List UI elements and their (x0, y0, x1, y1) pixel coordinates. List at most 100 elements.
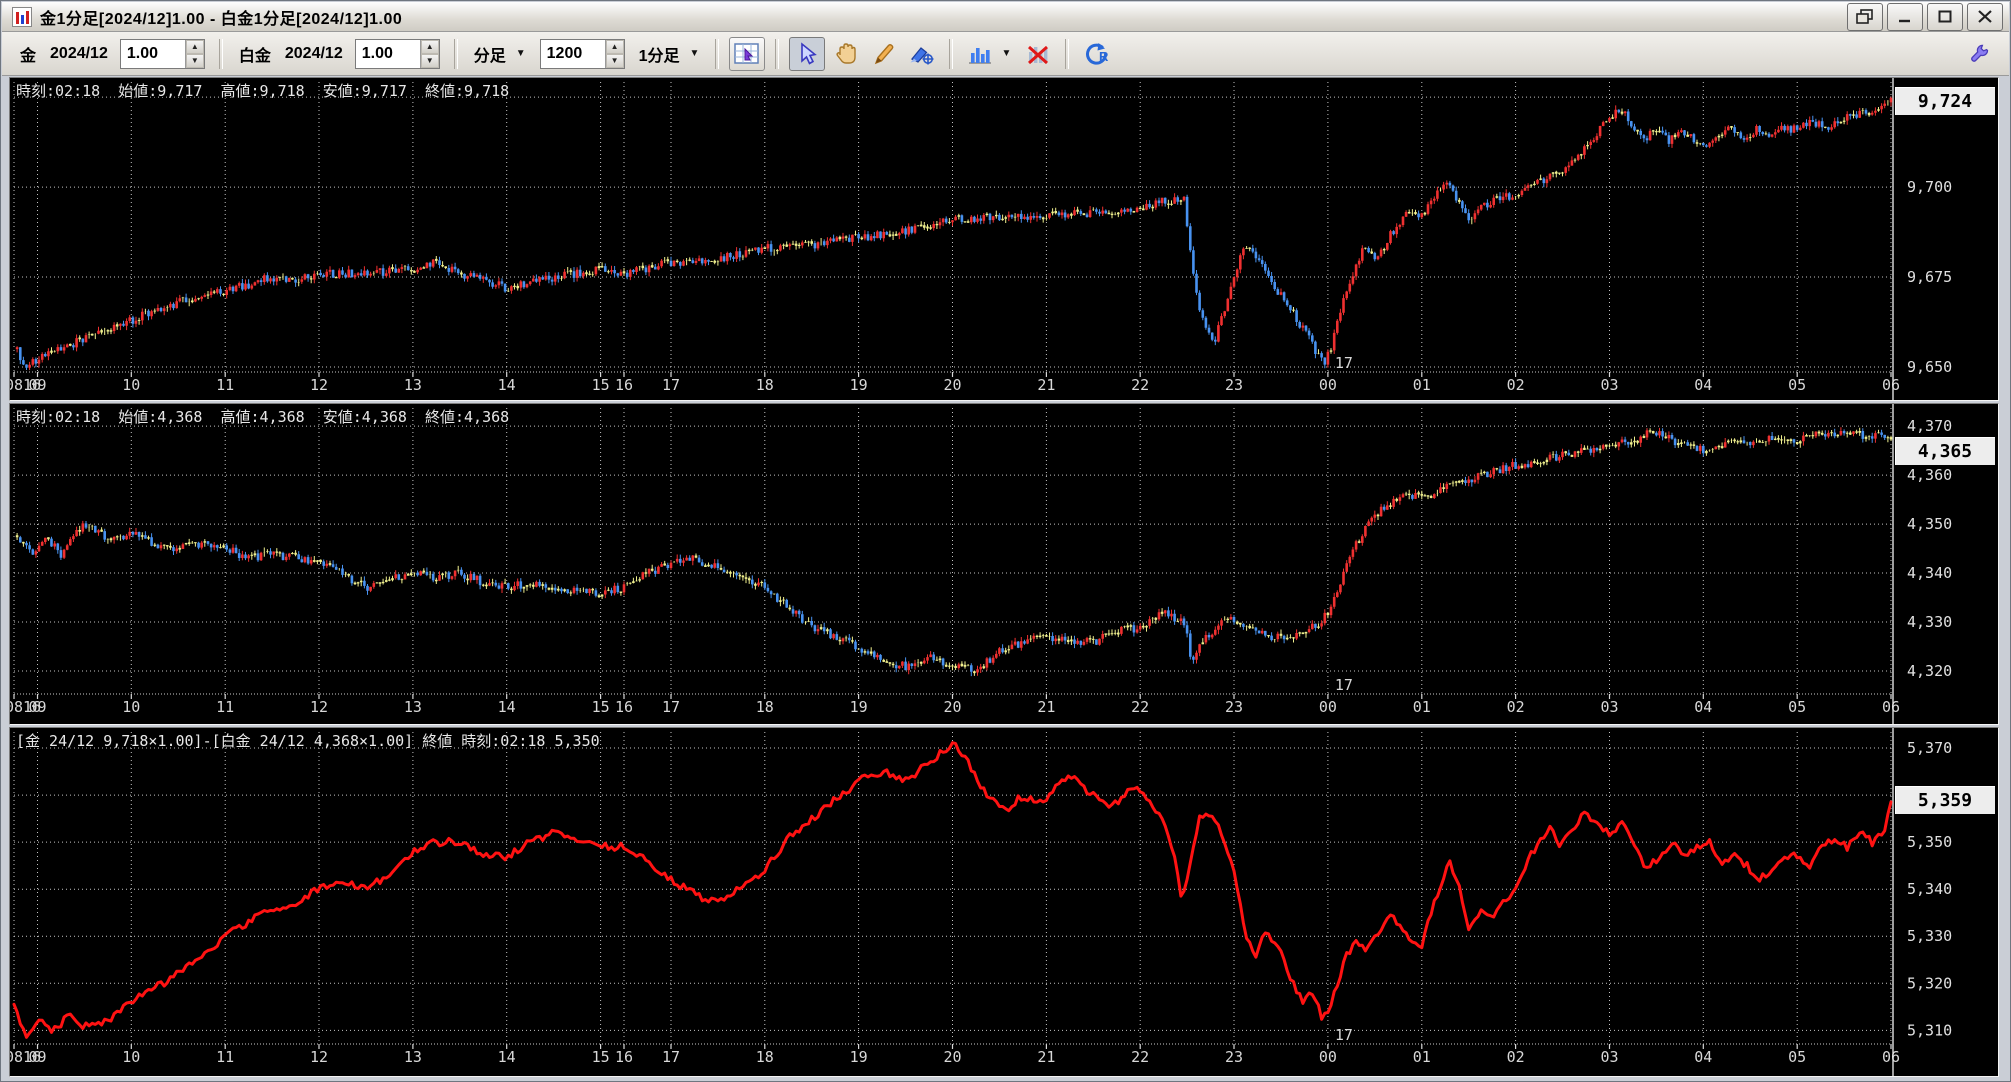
svg-text:20: 20 (943, 1048, 961, 1066)
spread-plot-svg[interactable]: 5,3705,3605,3505,3405,3305,3205,31008091… (10, 728, 1998, 1076)
svg-text:06: 06 (1882, 1048, 1900, 1066)
svg-text:08: 08 (10, 698, 23, 716)
delete-study-button[interactable] (1021, 38, 1055, 70)
platinum-multiplier-spinner[interactable]: 1.00 ▲ ▼ (355, 39, 440, 69)
toolbar-separator (715, 39, 719, 69)
spin-up-button[interactable]: ▲ (421, 40, 439, 54)
cascade-windows-button[interactable] (1847, 3, 1883, 31)
settings-wrench-button[interactable] (1963, 38, 1997, 70)
svg-text:06: 06 (1882, 698, 1900, 716)
spinner-buttons: ▲ ▼ (605, 40, 624, 68)
close-button[interactable] (1967, 3, 2003, 31)
svg-text:01: 01 (1413, 1048, 1431, 1066)
spread-info-line: [金 24/12 9,718×1.00]-[白金 24/12 4,368×1.0… (16, 730, 600, 751)
spin-down-button[interactable]: ▼ (186, 54, 204, 68)
svg-text:19: 19 (850, 376, 868, 394)
select-pointer-button[interactable] (789, 37, 825, 71)
svg-text:01: 01 (1413, 698, 1431, 716)
spread-last-price-box: 5,359 (1894, 785, 1996, 815)
svg-text:12: 12 (310, 376, 328, 394)
svg-text:15: 15 (592, 698, 610, 716)
chart-type-button[interactable] (963, 38, 997, 70)
draw-pencil-button[interactable] (867, 38, 901, 70)
svg-text:23: 23 (1225, 1048, 1243, 1066)
svg-text:9,675: 9,675 (1907, 268, 1952, 286)
svg-text:13: 13 (404, 1048, 422, 1066)
svg-text:03: 03 (1600, 698, 1618, 716)
window-controls (1847, 3, 2003, 31)
pencil-icon (871, 42, 897, 66)
svg-text:10: 10 (122, 1048, 140, 1066)
svg-text:21: 21 (1037, 1048, 1055, 1066)
svg-text:18: 18 (756, 376, 774, 394)
svg-text:9,650: 9,650 (1907, 358, 1952, 376)
platinum-info-line: 時刻:02:18 始値:4,368 高値:4,368 安値:4,368 終値:4… (16, 406, 509, 427)
main-toolbar: 金 2024/12 1.00 ▲ ▼ 白金 2024/12 1.00 ▲ ▼ 分… (2, 32, 2009, 76)
bar-count-value: 1200 (541, 40, 605, 68)
svg-text:17: 17 (662, 1048, 680, 1066)
title-bar[interactable]: 金1分足[2024/12]1.00 - 白金1分足[2024/12]1.00 (2, 2, 2009, 32)
svg-text:15: 15 (592, 376, 610, 394)
bar-type-dropdown-arrow[interactable]: ▼ (516, 48, 526, 59)
spin-up-button[interactable]: ▲ (186, 40, 204, 54)
marker-crosshair-button[interactable] (905, 38, 939, 70)
svg-text:08: 08 (10, 1048, 23, 1066)
svg-text:5,310: 5,310 (1907, 1021, 1952, 1039)
svg-text:17: 17 (1335, 1026, 1353, 1044)
svg-text:00: 00 (1319, 1048, 1337, 1066)
svg-text:05: 05 (1788, 376, 1806, 394)
svg-text:10: 10 (122, 698, 140, 716)
platinum-contract-label: 2024/12 (285, 45, 343, 63)
interval-dropdown-arrow[interactable]: ▼ (690, 48, 700, 59)
marker-icon (908, 42, 936, 66)
svg-text:20: 20 (943, 698, 961, 716)
svg-text:4,370: 4,370 (1907, 417, 1952, 435)
platinum-last-price-box: 4,365 (1894, 436, 1996, 466)
gold-contract-label: 2024/12 (50, 45, 108, 63)
gold-plot-svg[interactable]: 9,7259,7009,6759,65008091011121314151617… (10, 78, 1998, 400)
pan-hand-button[interactable] (829, 38, 863, 70)
gold-multiplier-value: 1.00 (121, 40, 185, 68)
minimize-button[interactable] (1887, 3, 1923, 31)
svg-text:17: 17 (1335, 354, 1353, 372)
reload-icon: R (1082, 41, 1110, 67)
svg-text:19: 19 (850, 1048, 868, 1066)
bar-count-spinner[interactable]: 1200 ▲ ▼ (540, 39, 625, 69)
toolbar-separator (1065, 39, 1069, 69)
gold-symbol-label: 金 (20, 42, 36, 66)
bar-chart-icon (967, 42, 993, 66)
gold-chart-panel: 9,7259,7009,6759,65008091011121314151617… (9, 77, 1999, 401)
cascade-icon (1856, 9, 1874, 25)
platinum-plot-svg[interactable]: 4,3704,3604,3504,3404,3304,3200809101112… (10, 404, 1998, 724)
svg-text:14: 14 (498, 698, 516, 716)
svg-text:08: 08 (10, 376, 23, 394)
chart-type-dropdown-arrow[interactable]: ▼ (1001, 48, 1011, 59)
svg-text:22: 22 (1131, 1048, 1149, 1066)
spin-down-button[interactable]: ▼ (606, 54, 624, 68)
svg-text:11: 11 (216, 376, 234, 394)
reload-button[interactable]: R (1079, 38, 1113, 70)
svg-text:4,330: 4,330 (1907, 613, 1952, 631)
svg-text:5,330: 5,330 (1907, 927, 1952, 945)
hand-icon (833, 42, 859, 66)
spin-down-button[interactable]: ▼ (421, 54, 439, 68)
maximize-button[interactable] (1927, 3, 1963, 31)
svg-text:5,320: 5,320 (1907, 974, 1952, 992)
svg-text:02: 02 (1507, 698, 1525, 716)
chart-cursor-icon (734, 42, 760, 66)
chart-cursor-mode-button[interactable] (729, 37, 765, 71)
interval-label: 1分足 (639, 42, 680, 66)
svg-text:16: 16 (615, 1048, 633, 1066)
close-icon (1978, 10, 1992, 23)
svg-text:22: 22 (1131, 698, 1149, 716)
svg-text:17: 17 (662, 698, 680, 716)
svg-text:00: 00 (1319, 376, 1337, 394)
svg-text:21: 21 (1037, 376, 1055, 394)
bar-type-label: 分足 (474, 42, 506, 66)
svg-text:5,350: 5,350 (1907, 833, 1952, 851)
app-candlestick-icon (12, 7, 32, 27)
toolbar-separator (949, 39, 953, 69)
svg-text:14: 14 (498, 376, 516, 394)
gold-multiplier-spinner[interactable]: 1.00 ▲ ▼ (120, 39, 205, 69)
spin-up-button[interactable]: ▲ (606, 40, 624, 54)
